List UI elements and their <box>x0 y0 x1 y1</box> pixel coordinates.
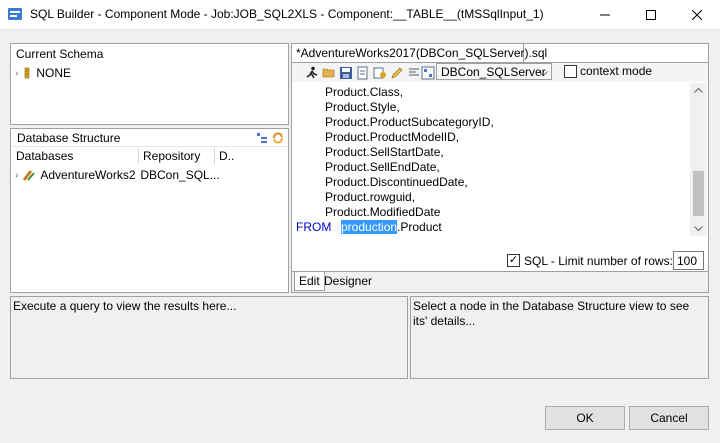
code-line: Product.DiscontinuedDate, <box>325 175 468 189</box>
column-divider <box>138 148 139 164</box>
column-divider <box>214 148 215 164</box>
results-message: Execute a query to view the results here… <box>13 299 237 313</box>
close-icon <box>692 10 702 20</box>
code-line: Product.SellStartDate, <box>325 145 444 159</box>
run-icon[interactable] <box>305 66 319 80</box>
vertical-scrollbar[interactable] <box>690 83 707 236</box>
collapse-all-icon[interactable] <box>256 132 268 144</box>
schema-item-label: NONE <box>36 66 72 80</box>
scroll-up-icon[interactable] <box>694 87 703 93</box>
minimize-icon <box>600 14 610 16</box>
column-databases[interactable]: Databases <box>16 149 73 163</box>
editor-mode-tabs: Edit Designer <box>292 271 708 292</box>
code-line-from: production.Product <box>341 220 442 235</box>
scrollbar-thumb[interactable] <box>693 171 704 216</box>
database-structure-panel: Database Structure Databases Repository … <box>10 128 289 293</box>
results-panel: Execute a query to view the results here… <box>10 296 408 379</box>
table-name: .Product <box>397 220 442 234</box>
limit-rows-input[interactable]: 100 <box>673 251 704 270</box>
database-structure-header: Database Structure <box>11 129 288 147</box>
details-panel: Select a node in the Database Structure … <box>410 296 709 379</box>
current-schema-header: Current Schema <box>16 47 104 61</box>
code-line: Product.Class, <box>325 85 404 99</box>
column-repository[interactable]: Repository <box>143 149 200 163</box>
details-message: Select a node in the Database Structure … <box>413 299 690 328</box>
current-schema-panel: Current Schema › NONE <box>10 43 289 125</box>
schema-icon <box>25 67 30 79</box>
database-tree-item[interactable]: › AdventureWorks20 DBCon_SQL... <box>15 167 287 183</box>
code-line: Product.SellEndDate, <box>325 160 440 174</box>
connection-dropdown[interactable]: DBCon_SQLServer ⌵ <box>436 63 552 80</box>
maximize-icon <box>646 10 656 20</box>
format-icon[interactable] <box>407 66 421 80</box>
sql-keyword-from: FROM <box>296 220 332 234</box>
close-button[interactable] <box>674 0 720 30</box>
repository-name: DBCon_SQL... <box>140 168 220 182</box>
maximize-button[interactable] <box>628 0 674 30</box>
limit-rows-label: SQL - Limit number of rows: <box>524 254 673 268</box>
column-d[interactable]: D.. <box>219 149 234 163</box>
limit-rows-checkbox[interactable]: ✓ <box>507 254 520 267</box>
code-line: Product.ProductModelID, <box>325 130 460 144</box>
code-line: Product.Style, <box>325 100 400 114</box>
tab-designer[interactable]: Designer <box>320 272 376 291</box>
database-columns-header: Databases Repository D.. <box>11 148 288 164</box>
database-connection-icon <box>23 170 36 181</box>
cancel-button[interactable]: Cancel <box>629 406 709 430</box>
sql-code-editor[interactable]: Product.Class, Product.Style, Product.Pr… <box>292 83 690 236</box>
connection-value: DBCon_SQLServer <box>441 65 546 79</box>
expand-arrow-icon[interactable]: › <box>15 170 18 181</box>
context-mode-checkbox[interactable] <box>564 65 577 78</box>
schema-tree-item[interactable]: › NONE <box>15 65 71 81</box>
code-line: Product.rowguid, <box>325 190 416 204</box>
title-bar: SQL Builder - Component Mode - Job:JOB_S… <box>0 0 720 30</box>
export-icon[interactable] <box>356 66 370 80</box>
database-structure-title: Database Structure <box>17 131 121 145</box>
database-name: AdventureWorks20 <box>40 168 137 182</box>
settings-icon[interactable] <box>373 66 387 80</box>
code-line: Product.ModifiedDate <box>325 205 441 219</box>
code-line: Product.ProductSubcategoryID, <box>325 115 494 129</box>
context-mode-label: context mode <box>580 64 653 78</box>
expand-arrow-icon[interactable]: › <box>15 68 18 79</box>
open-folder-icon[interactable] <box>322 66 336 80</box>
refresh-icon[interactable] <box>272 132 284 144</box>
selected-text: production <box>341 220 398 234</box>
edit-icon[interactable] <box>390 66 404 80</box>
scroll-down-icon[interactable] <box>694 226 703 232</box>
ok-button[interactable]: OK <box>545 406 625 430</box>
chevron-down-icon: ⌵ <box>538 65 548 79</box>
editor-tab[interactable]: *AdventureWorks2017(DBCon_SQLServer).sql <box>291 43 547 62</box>
window-title: SQL Builder - Component Mode - Job:JOB_S… <box>30 7 544 21</box>
schema-browser-icon[interactable] <box>421 66 435 80</box>
app-icon <box>8 8 22 20</box>
minimize-button[interactable] <box>582 0 628 30</box>
save-icon[interactable] <box>339 66 353 80</box>
